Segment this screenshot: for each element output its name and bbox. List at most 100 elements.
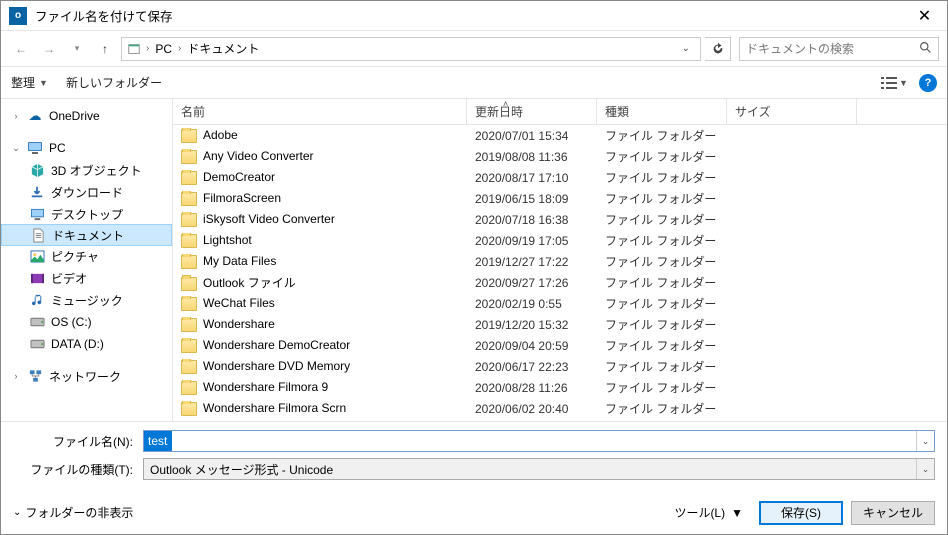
new-folder-button[interactable]: 新しいフォルダー [66,74,162,91]
file-type: ファイル フォルダー [597,253,727,270]
file-date: 2019/12/20 15:32 [467,318,597,332]
hide-folders-toggle[interactable]: ⌄ フォルダーの非表示 [13,504,133,521]
file-date: 2020/08/17 17:10 [467,171,597,185]
tree-item-desk[interactable]: デスクトップ [1,203,172,225]
folder-icon [181,318,197,332]
file-row[interactable]: Wondershare Filmora Scrn2020/06/02 20:40… [173,398,947,419]
desk-icon [29,206,45,222]
file-type: ファイル フォルダー [597,211,727,228]
up-button[interactable]: ↑ [93,37,117,61]
column-headers: 名前 更新日時 種類 サイズ ˄ [173,99,947,125]
folder-icon [181,402,197,416]
filename-row: ファイル名(N): ⌄ [13,430,935,452]
folder-icon [181,381,197,395]
tree-item-doc[interactable]: ドキュメント [1,224,172,246]
file-name: My Data Files [203,254,276,268]
outlook-icon: o [9,7,27,25]
file-rows[interactable]: Adobe2020/07/01 15:34ファイル フォルダーAny Video… [173,125,947,421]
file-name: Adobe [203,128,238,142]
expand-icon[interactable]: › [11,111,21,121]
doc-icon [30,227,46,243]
file-name: Any Video Converter [203,149,314,163]
file-name: Lightshot [203,233,252,247]
filename-input[interactable]: ⌄ [143,430,935,452]
file-type: ファイル フォルダー [597,400,727,417]
file-row[interactable]: Wondershare Filmora 92020/08/28 11:26ファイ… [173,377,947,398]
tree-item-label: 3D オブジェクト [51,162,142,179]
file-type: ファイル フォルダー [597,379,727,396]
network-icon [27,368,43,384]
save-button[interactable]: 保存(S) [759,501,843,525]
folder-icon [181,255,197,269]
file-row[interactable]: WeChat Files2020/02/19 0:55ファイル フォルダー [173,293,947,314]
filename-label: ファイル名(N): [13,433,143,450]
refresh-button[interactable] [705,37,731,61]
tree-pc[interactable]: ⌄ PC [1,137,172,159]
tree-item-vid[interactable]: ビデオ [1,267,172,289]
search-input[interactable]: ドキュメントの検索 [739,37,939,61]
tree-item-dl[interactable]: ダウンロード [1,181,172,203]
file-name: Wondershare DemoCreator [203,338,350,352]
folder-icon [181,150,197,164]
file-name: iSkysoft Video Converter [203,212,335,226]
column-size[interactable]: サイズ [727,99,857,124]
filetype-dropdown[interactable]: ⌄ [916,459,934,479]
column-name[interactable]: 名前 [173,99,467,124]
tree-item-label: ビデオ [51,270,87,287]
filename-value[interactable] [144,431,172,451]
tree-item-pic[interactable]: ピクチャ [1,245,172,267]
file-row[interactable]: Adobe2020/07/01 15:34ファイル フォルダー [173,125,947,146]
tree-network[interactable]: › ネットワーク [1,365,172,387]
recent-dropdown[interactable]: ▾ [65,37,89,61]
file-type: ファイル フォルダー [597,127,727,144]
folder-tree[interactable]: › ☁ OneDrive ⌄ PC 3D オブジェクトダウンロードデスクトップド… [1,99,173,421]
chevron-right-icon: › [178,43,181,54]
column-type[interactable]: 種類 [597,99,727,124]
breadcrumb-current[interactable]: ドキュメント [185,40,261,57]
help-button[interactable]: ? [919,74,937,92]
tools-menu[interactable]: ツール(L) ▼ [666,500,751,525]
file-row[interactable]: DemoCreator2020/08/17 17:10ファイル フォルダー [173,167,947,188]
file-row[interactable]: Wondershare DVD Memory2020/06/17 22:23ファ… [173,356,947,377]
file-type: ファイル フォルダー [597,190,727,207]
column-date[interactable]: 更新日時 [467,99,597,124]
filename-dropdown[interactable]: ⌄ [916,431,934,451]
file-type: ファイル フォルダー [597,295,727,312]
tree-item-mus[interactable]: ミュージック [1,289,172,311]
disk-icon [29,336,45,352]
file-row[interactable]: My Data Files 2019/12/27 17:22ファイル フォルダー [173,251,947,272]
breadcrumb-root[interactable]: PC [153,42,174,56]
tree-item-3d[interactable]: 3D オブジェクト [1,159,172,181]
breadcrumb[interactable]: › PC › ドキュメント ⌄ [121,37,701,61]
file-date: 2020/06/02 20:40 [467,402,597,416]
tree-item-disk[interactable]: DATA (D:) [1,333,172,355]
tree-onedrive[interactable]: › ☁ OneDrive [1,105,172,127]
file-row[interactable]: Lightshot2020/09/19 17:05ファイル フォルダー [173,230,947,251]
collapse-icon[interactable]: ⌄ [11,143,21,154]
file-row[interactable]: iSkysoft Video Converter2020/07/18 16:38… [173,209,947,230]
cancel-button[interactable]: キャンセル [851,501,935,525]
tree-item-disk[interactable]: OS (C:) [1,311,172,333]
filetype-select[interactable]: Outlook メッセージ形式 - Unicode ⌄ [143,458,935,480]
expand-icon[interactable]: › [11,371,21,381]
file-row[interactable]: Any Video Converter2019/08/08 11:36ファイル … [173,146,947,167]
filetype-row: ファイルの種類(T): Outlook メッセージ形式 - Unicode ⌄ [13,458,935,480]
file-date: 2019/12/27 17:22 [467,255,597,269]
folder-icon [181,360,197,374]
view-menu[interactable]: ▼ [881,76,909,90]
file-date: 2020/09/04 20:59 [467,339,597,353]
file-row[interactable]: Wondershare DemoCreator2020/09/04 20:59フ… [173,335,947,356]
file-row[interactable]: Outlook ファイル2020/09/27 17:26ファイル フォルダー [173,272,947,293]
titlebar: o ファイル名を付けて保存 ✕ [1,1,947,31]
folder-icon [181,297,197,311]
organize-menu[interactable]: 整理 ▼ [11,74,48,91]
tree-item-label: ドキュメント [52,227,124,244]
file-row[interactable]: FilmoraScreen2019/06/15 18:09ファイル フォルダー [173,188,947,209]
close-button[interactable]: ✕ [902,1,947,31]
toolbar: 整理 ▼ 新しいフォルダー ▼ ? [1,67,947,99]
forward-button[interactable]: → [37,37,61,61]
file-row[interactable]: Wondershare2019/12/20 15:32ファイル フォルダー [173,314,947,335]
file-date: 2019/06/15 18:09 [467,192,597,206]
back-button[interactable]: ← [9,37,33,61]
breadcrumb-history-dropdown[interactable]: ⌄ [676,43,696,54]
